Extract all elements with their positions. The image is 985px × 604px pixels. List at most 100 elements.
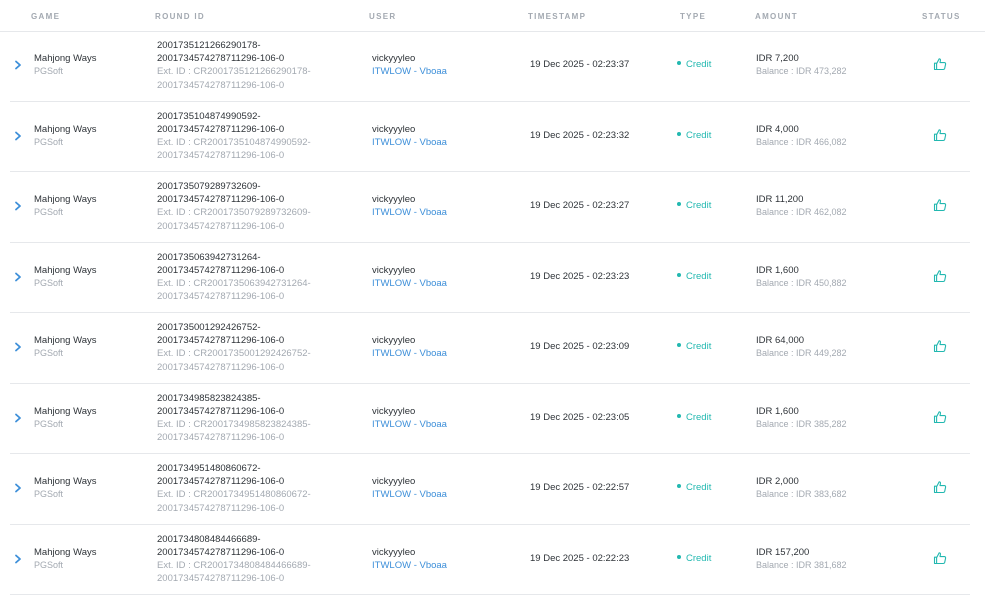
username: vickyyyleo	[372, 123, 416, 135]
table-row: Mahjong Ways PGSoft 2001734985823824385-…	[10, 384, 970, 454]
thumbs-up-icon[interactable]	[933, 410, 947, 424]
amount-cell: IDR 64,000 Balance : IDR 449,282	[756, 334, 847, 360]
chevron-right-icon[interactable]	[13, 59, 23, 71]
type-cell: Credit	[677, 412, 711, 423]
amount-cell: IDR 1,600 Balance : IDR 385,282	[756, 405, 847, 431]
user-agent-link[interactable]: ITWLOW - Vboaa	[372, 488, 447, 501]
amount-value: IDR 2,000	[756, 476, 799, 487]
ext-id-line1: Ext. ID : CR2001734808484466689-	[157, 559, 311, 571]
game-name: Mahjong Ways	[34, 194, 97, 205]
ext-id-line2: 2001734574278711296-106-0	[157, 573, 285, 585]
game-provider: PGSoft	[34, 277, 64, 288]
round-id-cell: 2001734808484466689- 2001734574278711296…	[157, 533, 311, 586]
type-label: Credit	[686, 200, 712, 211]
header-user[interactable]: USER	[369, 12, 396, 21]
thumbs-up-icon[interactable]	[933, 198, 947, 212]
timestamp-cell: 19 Dec 2025 - 02:23:32	[530, 129, 630, 141]
header-amount[interactable]: AMOUNT	[755, 12, 798, 21]
user-agent-link[interactable]: ITWLOW - Vboaa	[372, 206, 447, 219]
balance-value: Balance : IDR 381,682	[756, 559, 847, 570]
game-cell: Mahjong Ways PGSoft	[34, 193, 96, 219]
user-cell: vickyyyleo ITWLOW - Vboaa	[372, 334, 447, 360]
round-id-line2: 2001734574278711296-106-0	[157, 264, 285, 276]
ext-id-line1: Ext. ID : CR2001734951480860672-	[157, 489, 311, 501]
credit-dot-icon	[677, 131, 681, 136]
table-row: Mahjong Ways PGSoft 2001735001292426752-…	[10, 313, 970, 384]
username: vickyyyleo	[372, 335, 416, 346]
user-agent-link[interactable]: ITWLOW - Vboaa	[372, 418, 447, 431]
thumbs-up-icon[interactable]	[933, 480, 947, 494]
ext-id-line2: 2001734574278711296-106-0	[157, 220, 285, 232]
chevron-right-icon[interactable]	[13, 200, 23, 212]
chevron-right-icon[interactable]	[13, 482, 23, 494]
ext-id-line1: Ext. ID : CR2001735121266290178-	[157, 66, 311, 78]
balance-value: Balance : IDR 450,882	[756, 277, 847, 288]
game-provider: PGSoft	[34, 66, 64, 76]
game-provider: PGSoft	[34, 418, 64, 429]
timestamp-cell: 19 Dec 2025 - 02:23:23	[530, 270, 630, 282]
game-cell: Mahjong Ways PGSoft	[34, 52, 96, 78]
thumbs-up-icon[interactable]	[933, 57, 947, 71]
game-provider: PGSoft	[34, 489, 64, 499]
timestamp-cell: 19 Dec 2025 - 02:23:05	[530, 411, 630, 423]
type-label: Credit	[686, 482, 712, 493]
header-timestamp[interactable]: TIMESTAMP	[528, 12, 586, 21]
type-label: Credit	[686, 129, 712, 141]
ext-id-line2: 2001734574278711296-106-0	[157, 432, 285, 444]
type-cell: Credit	[677, 59, 711, 70]
amount-value: IDR 1,600	[756, 264, 799, 276]
user-agent-link[interactable]: ITWLOW - Vboaa	[372, 347, 447, 360]
ext-id-line1: Ext. ID : CR2001735104874990592-	[157, 136, 311, 148]
user-cell: vickyyyleo ITWLOW - Vboaa	[372, 193, 447, 219]
thumbs-up-icon[interactable]	[933, 128, 947, 142]
round-id-line1: 2001735121266290178-	[157, 40, 261, 51]
username: vickyyyleo	[372, 264, 416, 276]
chevron-right-icon[interactable]	[13, 271, 23, 283]
thumbs-up-icon[interactable]	[933, 269, 947, 283]
game-name: Mahjong Ways	[34, 405, 97, 417]
game-name: Mahjong Ways	[34, 123, 97, 135]
amount-value: IDR 64,000	[756, 335, 805, 346]
header-type[interactable]: TYPE	[680, 12, 706, 21]
chevron-right-icon[interactable]	[13, 130, 23, 142]
game-provider: PGSoft	[34, 559, 64, 570]
ext-id-line2: 2001734574278711296-106-0	[157, 502, 285, 514]
game-provider: PGSoft	[34, 207, 64, 217]
header-round-id[interactable]: ROUND ID	[155, 12, 205, 21]
user-cell: vickyyyleo ITWLOW - Vboaa	[372, 52, 447, 78]
transactions-table: GAME ROUND ID USER TIMESTAMP TYPE AMOUNT…	[0, 0, 985, 604]
user-agent-link[interactable]: ITWLOW - Vboaa	[372, 136, 447, 149]
thumbs-up-icon[interactable]	[933, 551, 947, 565]
user-agent-link[interactable]: ITWLOW - Vboaa	[372, 65, 447, 78]
credit-dot-icon	[677, 554, 681, 559]
chevron-right-icon[interactable]	[13, 553, 23, 565]
round-id-line2: 2001734574278711296-106-0	[157, 546, 285, 558]
header-game[interactable]: GAME	[31, 12, 60, 21]
round-id-line1: 2001735079289732609-	[157, 181, 261, 192]
amount-value: IDR 1,600	[756, 405, 799, 417]
table-row: Mahjong Ways PGSoft 2001735104874990592-…	[10, 102, 970, 172]
header-status[interactable]: STATUS	[922, 12, 961, 21]
game-cell: Mahjong Ways PGSoft	[34, 475, 96, 501]
game-cell: Mahjong Ways PGSoft	[34, 264, 96, 290]
game-name: Mahjong Ways	[34, 476, 97, 487]
balance-value: Balance : IDR 462,082	[756, 207, 847, 217]
round-id-line1: 2001735063942731264-	[157, 251, 261, 263]
user-agent-link[interactable]: ITWLOW - Vboaa	[372, 277, 447, 290]
thumbs-up-icon[interactable]	[933, 339, 947, 353]
type-label: Credit	[686, 552, 712, 564]
credit-dot-icon	[677, 484, 681, 489]
chevron-right-icon[interactable]	[13, 341, 23, 353]
user-agent-link[interactable]: ITWLOW - Vboaa	[372, 559, 447, 572]
amount-cell: IDR 1,600 Balance : IDR 450,882	[756, 264, 847, 290]
chevron-right-icon[interactable]	[13, 412, 23, 424]
type-cell: Credit	[677, 271, 711, 282]
round-id-line1: 2001734951480860672-	[157, 463, 261, 474]
round-id-line2: 2001734574278711296-106-0	[157, 405, 285, 417]
timestamp-cell: 19 Dec 2025 - 02:23:37	[530, 59, 630, 70]
timestamp-cell: 19 Dec 2025 - 02:23:09	[530, 341, 630, 352]
type-cell: Credit	[677, 553, 711, 564]
type-label: Credit	[686, 270, 712, 282]
balance-value: Balance : IDR 385,282	[756, 418, 847, 429]
round-id-line2: 2001734574278711296-106-0	[157, 53, 285, 65]
